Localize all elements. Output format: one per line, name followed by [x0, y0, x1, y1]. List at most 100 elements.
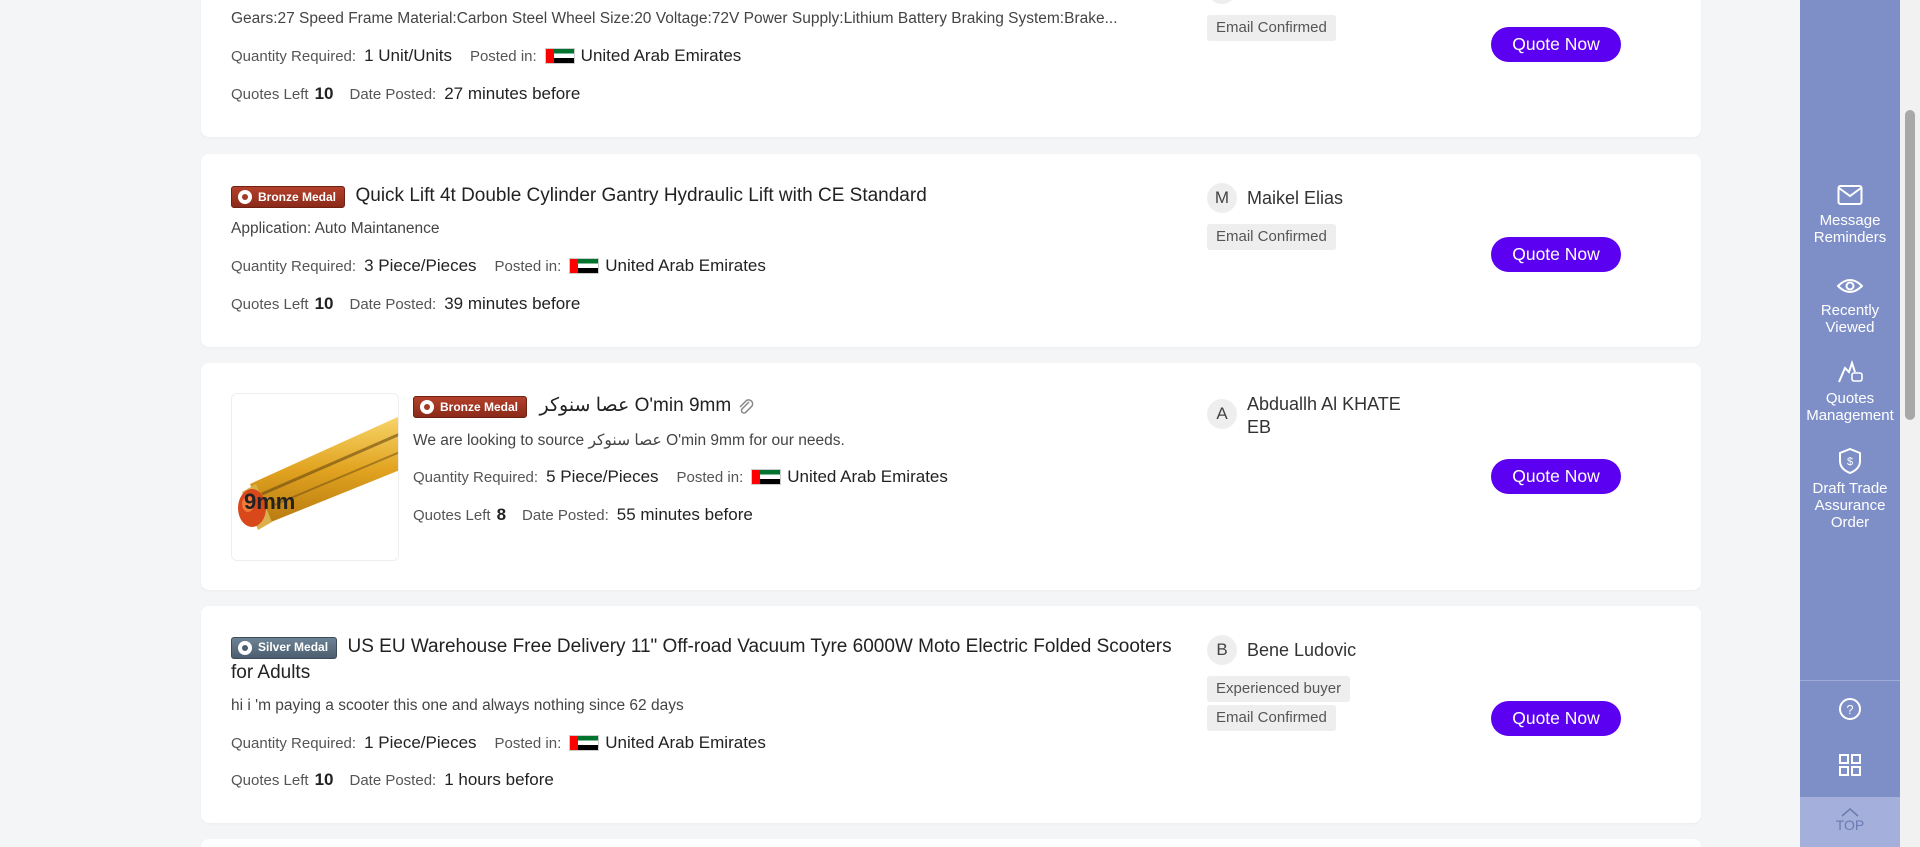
medal-icon [420, 399, 434, 414]
sidebar-item-quotes-management[interactable]: Quotes Management [1800, 360, 1900, 424]
sidebar-item-label: Quotes Management [1806, 390, 1894, 424]
rfq-title[interactable]: عصا سنوكر O'min 9mm [539, 395, 731, 416]
medal-label: Bronze Medal [258, 189, 337, 204]
quantity-label: Quantity Required: [231, 734, 357, 752]
uae-flag-icon [569, 258, 600, 274]
rfq-quotes-row: Quotes Left 8 Date Posted: 55 minutes be… [413, 505, 771, 525]
buyer-name: Bene Ludovic [1247, 640, 1357, 660]
buyer-avatar: B [1207, 635, 1237, 665]
quantity-value: 1 Unit/Units [364, 46, 452, 65]
question-circle-icon: ? [1839, 698, 1861, 720]
date-value: 55 minutes before [616, 505, 753, 524]
rfq-quantity-row: Quantity Required: 5 Piece/Pieces Posted… [413, 467, 966, 487]
sidebar-item-message-reminders[interactable]: Message Reminders [1800, 184, 1900, 246]
quotes-left-label: Quotes Left [231, 295, 309, 313]
date-value: 39 minutes before [444, 294, 581, 313]
svg-text:$: $ [1847, 456, 1853, 468]
buyer-avatar: M [1207, 183, 1237, 213]
rfq-quantity-row: Quantity Required: 1 Unit/Units Posted i… [231, 46, 759, 66]
rfq-list: Gears:27 Speed Frame Material:Carbon Ste… [201, 0, 1701, 847]
country-name: United Arab Emirates [580, 46, 742, 65]
rfq-card: Bronze Medal Quick Lift 4t Double Cylind… [201, 154, 1701, 347]
floating-sidebar: Message Reminders Recently Viewed Quotes… [1800, 0, 1900, 847]
quotes-left-value: 10 [314, 84, 334, 103]
quote-now-button[interactable]: Quote Now [1491, 27, 1621, 62]
bronze-medal-badge: Bronze Medal [413, 395, 528, 418]
top-label: TOP [1835, 817, 1865, 833]
rfq-description: Gears:27 Speed Frame Material:Carbon Ste… [231, 10, 1118, 27]
rfq-quotes-row: Quotes Left 10 Date Posted: 27 minutes b… [231, 84, 598, 104]
quantity-label: Quantity Required: [413, 468, 539, 486]
country-name: United Arab Emirates [605, 733, 766, 752]
eye-icon [1837, 279, 1863, 293]
thumb-size-label: 9mm [244, 489, 296, 514]
quote-now-button[interactable]: Quote Now [1491, 701, 1621, 736]
qr-code-button[interactable] [1800, 753, 1900, 783]
product-thumbnail[interactable]: 9mm [231, 393, 399, 561]
medal-label: Bronze Medal [440, 399, 519, 414]
buyer-info: B Bene Ludovic [1207, 635, 1407, 665]
email-confirmed-tag: Email Confirmed [1207, 15, 1336, 41]
svg-text:?: ? [1846, 702, 1853, 717]
rfq-title[interactable]: Quick Lift 4t Double Cylinder Gantry Hyd… [355, 185, 926, 206]
uae-flag-icon [569, 735, 600, 751]
quantity-value: 5 Piece/Pieces [546, 467, 659, 486]
back-to-top-button[interactable]: TOP [1800, 797, 1900, 847]
country-name: United Arab Emirates [787, 467, 948, 486]
date-value: 1 hours before [444, 770, 554, 789]
rfq-quotes-row: Quotes Left 10 Date Posted: 39 minutes b… [231, 294, 598, 314]
quantity-label: Quantity Required: [231, 257, 357, 275]
date-label: Date Posted: [349, 295, 437, 313]
medal-icon [238, 189, 252, 204]
quotes-left-label: Quotes Left [231, 771, 309, 789]
quotes-left-value: 8 [496, 505, 507, 524]
sidebar-item-label: Recently Viewed [1820, 302, 1880, 336]
email-confirmed-tag: Email Confirmed [1207, 705, 1336, 731]
rfq-title-row: Bronze Medal عصا سنوكر O'min 9mm [413, 393, 1193, 418]
rfq-quantity-row: Quantity Required: 3 Piece/Pieces Posted… [231, 256, 784, 276]
medal-icon [238, 640, 252, 655]
rfq-title[interactable]: US EU Warehouse Free Delivery 11" Off-ro… [231, 636, 1172, 683]
experienced-buyer-tag: Experienced buyer [1207, 676, 1351, 702]
snooker-cue-image [238, 416, 398, 530]
scrollbar-thumb[interactable] [1905, 110, 1915, 420]
posted-label: Posted in: [494, 734, 562, 752]
quote-now-button[interactable]: Quote Now [1491, 459, 1621, 494]
rfq-card: Silver Medal US EU Warehouse Free Delive… [201, 606, 1701, 823]
help-button[interactable]: ? [1800, 697, 1900, 727]
rfq-description: Application: Auto Maintanence [231, 220, 440, 237]
date-label: Date Posted: [349, 85, 437, 103]
posted-label: Posted in: [469, 47, 537, 65]
rfq-title-row: Bronze Medal Quick Lift 4t Double Cylind… [231, 183, 1191, 208]
sidebar-item-draft-trade-assurance-order[interactable]: $ Draft Trade Assurance Order [1800, 448, 1900, 531]
rfq-description: hi i 'm paying a scooter this one and al… [231, 697, 684, 714]
quantity-value: 1 Piece/Pieces [364, 733, 477, 752]
shield-dollar-icon: $ [1839, 448, 1861, 474]
date-value: 27 minutes before [444, 84, 581, 103]
rfq-quantity-row: Quantity Required: 1 Piece/Pieces Posted… [231, 733, 784, 753]
quantity-label: Quantity Required: [231, 47, 357, 65]
qr-code-icon [1839, 754, 1861, 776]
sidebar-item-label: Draft Trade Assurance Order [1812, 480, 1888, 531]
buyer-name: Maikel Elias [1247, 188, 1344, 208]
quantity-value: 3 Piece/Pieces [364, 256, 477, 275]
quotes-left-value: 10 [314, 770, 334, 789]
sidebar-item-recently-viewed[interactable]: Recently Viewed [1800, 276, 1900, 336]
quotes-left-label: Quotes Left [413, 506, 491, 524]
rfq-description: We are looking to source عصا سنوكر O'min… [413, 432, 845, 449]
bronze-medal-badge: Bronze Medal [231, 185, 346, 208]
rfq-card: 9mm Bronze Medal عصا سنوكر O'min 9mm We … [201, 363, 1701, 590]
attachment-icon [739, 398, 753, 414]
rfq-card: Gears:27 Speed Frame Material:Carbon Ste… [201, 0, 1701, 137]
posted-label: Posted in: [676, 468, 744, 486]
buyer-name: Abduallh Al KHATE EB [1247, 394, 1401, 437]
rfq-quotes-row: Quotes Left 10 Date Posted: 1 hours befo… [231, 770, 572, 790]
quote-now-button[interactable]: Quote Now [1491, 237, 1621, 272]
posted-label: Posted in: [494, 257, 562, 275]
sidebar-item-label: Message Reminders [1813, 212, 1887, 246]
rfq-card [201, 839, 1701, 847]
email-confirmed-tag: Email Confirmed [1207, 224, 1336, 250]
avatar-partial [1207, 0, 1237, 4]
sidebar-divider [1800, 680, 1900, 681]
envelope-icon [1837, 185, 1863, 205]
